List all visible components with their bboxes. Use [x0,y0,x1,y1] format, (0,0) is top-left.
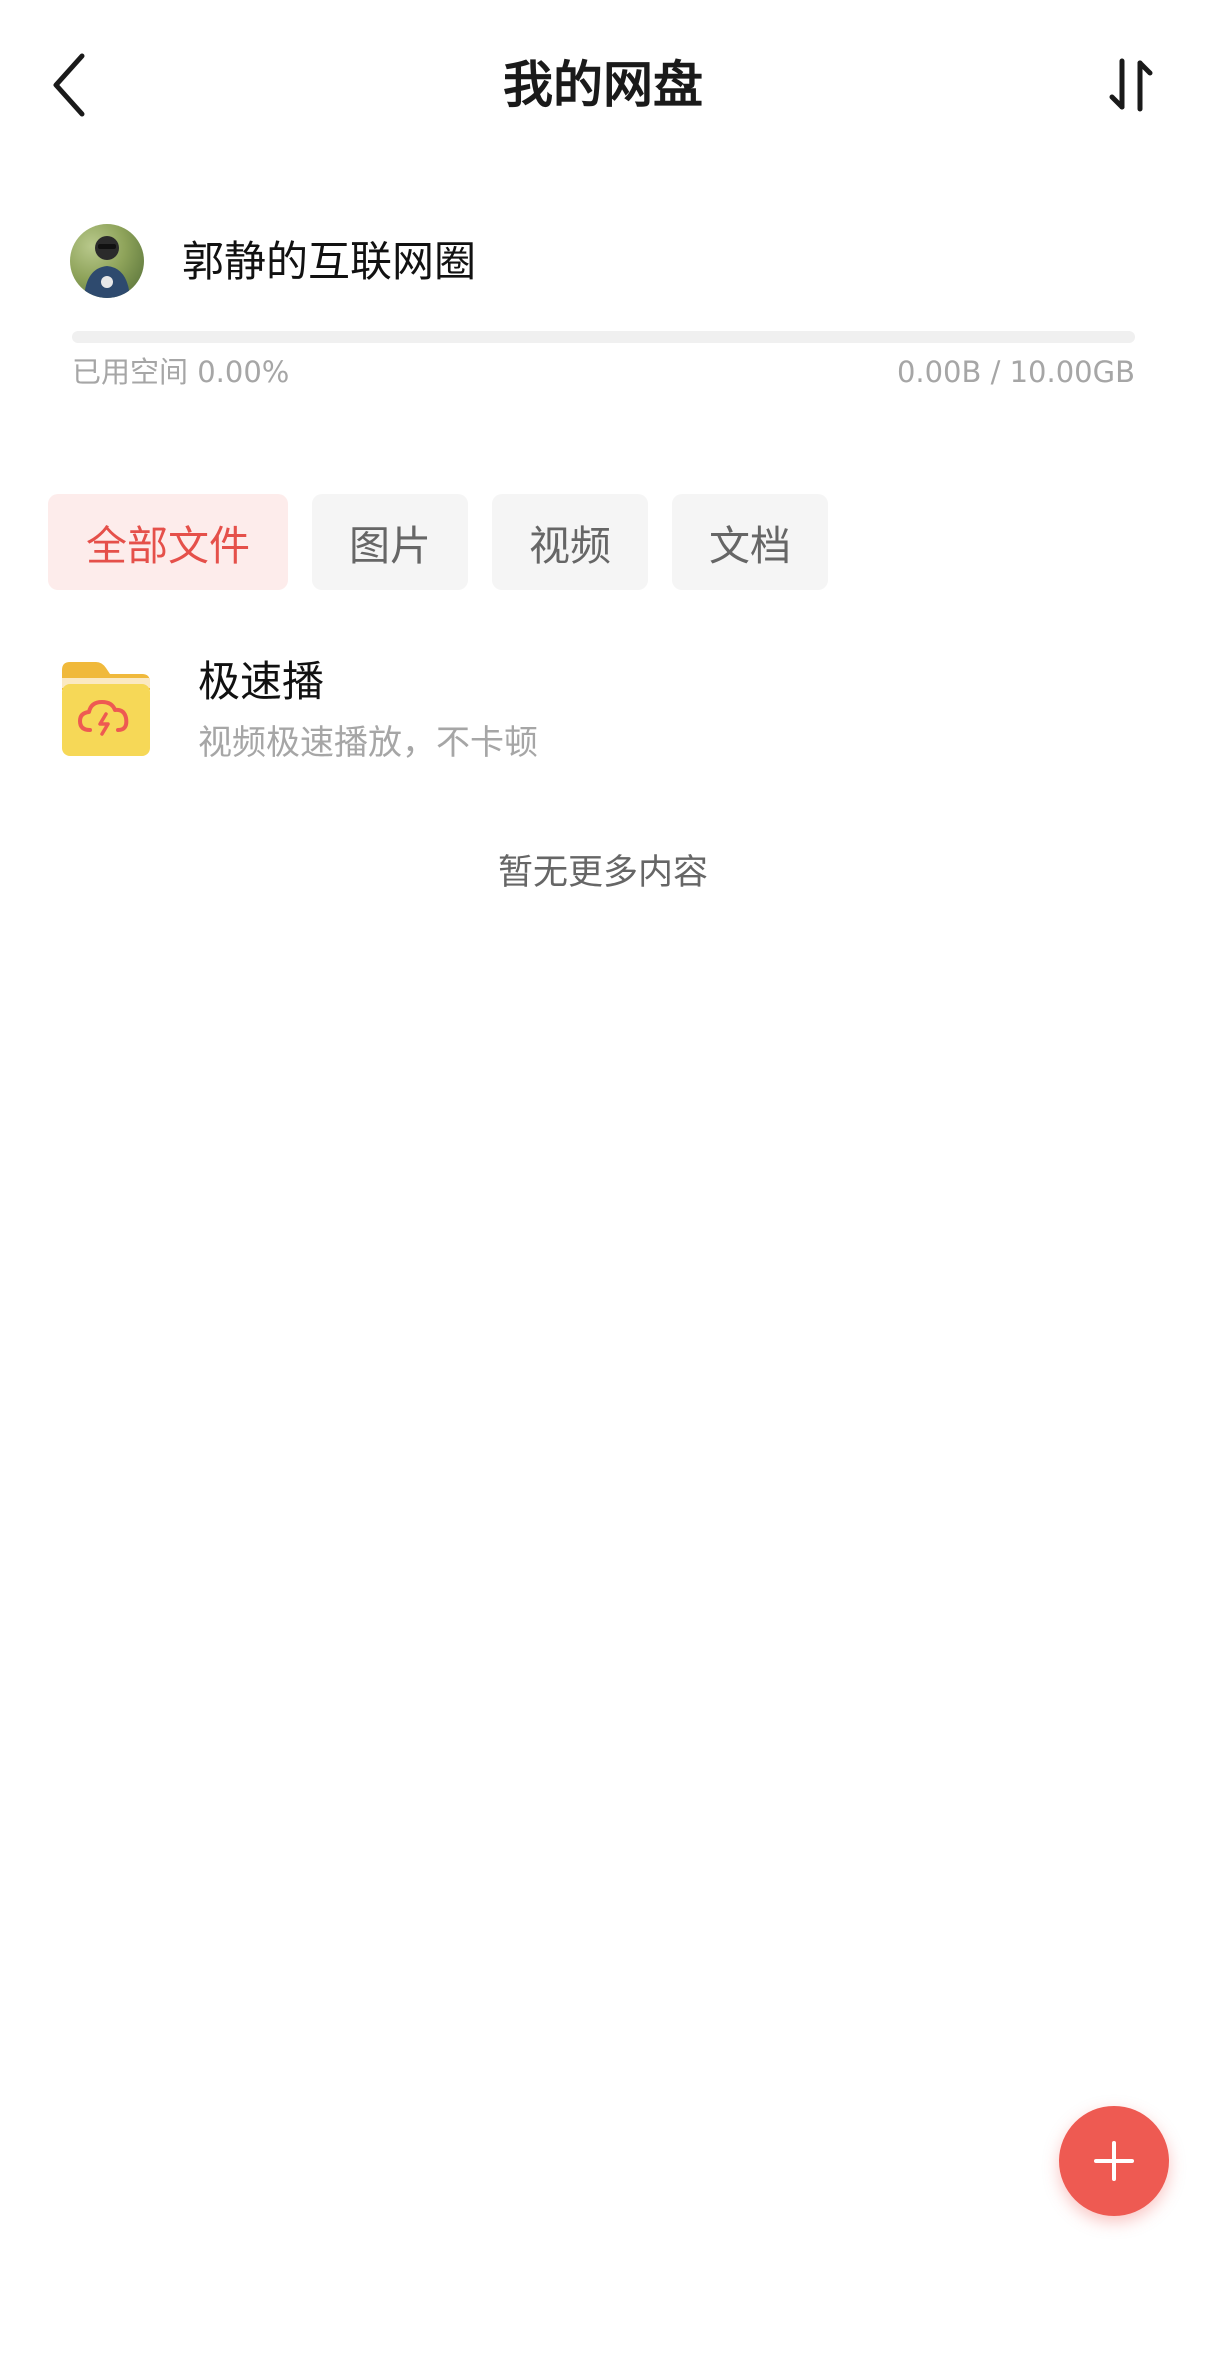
filter-tabs: 全部文件 图片 视频 文档 [48,494,828,590]
file-title: 极速播 [198,657,325,706]
cloud-folder-icon [58,660,154,760]
file-subtitle: 视频极速播放，不卡顿 [198,723,538,763]
sort-button[interactable] [1096,50,1166,120]
page-title: 我的网盘 [503,56,703,114]
tab-documents[interactable]: 文档 [672,494,828,590]
storage-capacity: 0.00B / 10.00GB [896,355,1135,389]
avatar[interactable] [70,224,144,298]
tab-all-files[interactable]: 全部文件 [48,494,288,590]
avatar-person-icon [84,236,130,298]
storage-used-label: 已用空间 0.00% [72,355,290,389]
plus-icon [1094,2141,1134,2181]
header: 我的网盘 [0,0,1206,170]
profile-name: 郭静的互联网圈 [182,237,477,286]
storage-usage-bar [72,331,1135,343]
profile-section: 郭静的互联网圈 [0,210,1206,320]
tab-images[interactable]: 图片 [312,494,468,590]
add-button[interactable] [1059,2106,1169,2216]
list-item[interactable]: 极速播 视频极速播放，不卡顿 [0,640,1206,780]
no-more-content: 暂无更多内容 [497,853,708,893]
sort-icon [1109,58,1153,112]
tab-videos[interactable]: 视频 [492,494,648,590]
